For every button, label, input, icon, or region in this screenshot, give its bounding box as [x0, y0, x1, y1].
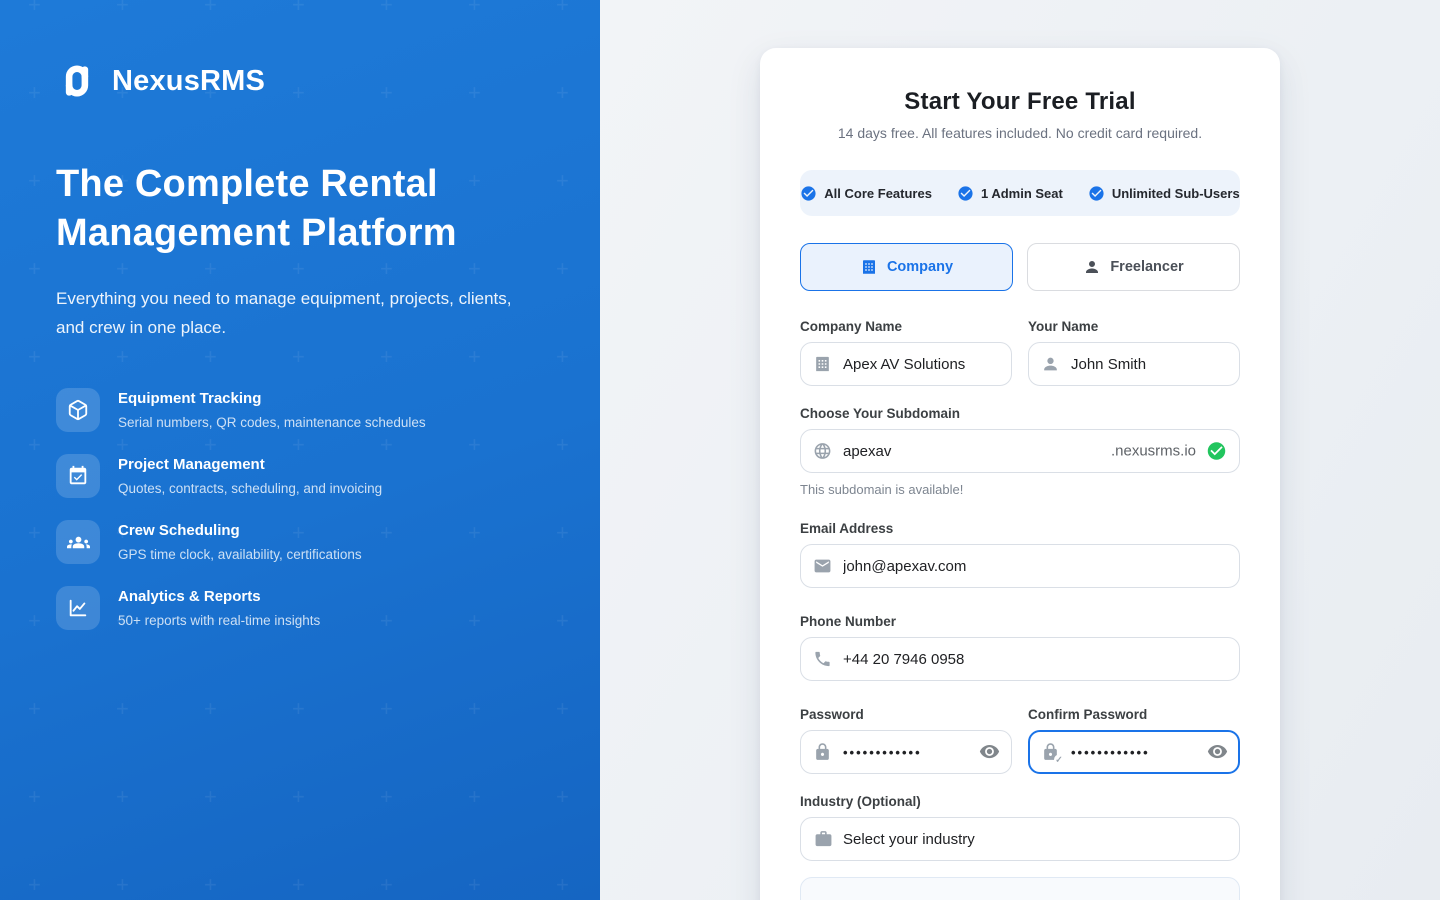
badge-label: Unlimited Sub-Users — [1112, 186, 1240, 201]
subdomain-helper-text: This subdomain is available! — [800, 482, 1240, 497]
nexusrms-logo-icon — [56, 60, 98, 102]
building-icon — [860, 258, 878, 276]
group-icon — [56, 520, 100, 564]
brand-name: NexusRMS — [112, 65, 265, 98]
badge-label: 1 Admin Seat — [981, 186, 1063, 201]
company-name-label: Company Name — [800, 319, 1012, 334]
phone-group: Phone Number — [800, 614, 1240, 681]
person-icon — [1083, 258, 1101, 276]
lock-check-icon: ✓ — [1041, 743, 1060, 762]
form-subtitle: 14 days free. All features included. No … — [800, 125, 1240, 141]
password-group: Password — [800, 707, 1012, 774]
email-group: Email Address — [800, 521, 1240, 588]
signup-card: Start Your Free Trial 14 days free. All … — [760, 48, 1280, 900]
industry-select[interactable]: Select your industry — [800, 817, 1240, 861]
phone-input[interactable] — [800, 637, 1240, 681]
industry-group: Industry (Optional) Select your industry — [800, 794, 1240, 861]
form-area: Start Your Free Trial 14 days free. All … — [600, 0, 1440, 900]
brand-panel: ++++++++++++++++++++++++++++++++++++++++… — [0, 0, 600, 900]
check-circle-icon — [800, 185, 817, 202]
subdomain-suffix: .nexusrms.io — [1111, 443, 1196, 460]
email-input[interactable] — [800, 544, 1240, 588]
globe-icon — [813, 442, 832, 461]
trial-features-strip: All Core Features 1 Admin Seat Unlimited… — [800, 170, 1240, 216]
phone-label: Phone Number — [800, 614, 1240, 629]
company-name-group: Company Name — [800, 319, 1012, 386]
feature-item-project-management: Project Management Quotes, contracts, sc… — [56, 454, 544, 498]
lock-check-mark: ✓ — [1054, 755, 1064, 765]
feature-description: Quotes, contracts, scheduling, and invoi… — [118, 479, 382, 498]
toggle-company[interactable]: Company — [800, 243, 1013, 291]
email-label: Email Address — [800, 521, 1240, 536]
brand-logo: NexusRMS — [56, 60, 544, 102]
hero-subheadline: Everything you need to manage equipment,… — [56, 284, 538, 342]
calendar-check-icon — [56, 454, 100, 498]
subdomain-available-check-icon — [1206, 441, 1227, 462]
package-icon — [56, 388, 100, 432]
eye-icon — [979, 741, 1000, 762]
feature-title: Equipment Tracking — [118, 389, 426, 409]
next-section-partial — [800, 877, 1240, 900]
feature-title: Crew Scheduling — [118, 521, 362, 541]
feature-title: Analytics & Reports — [118, 587, 320, 607]
subdomain-group: Choose Your Subdomain .nexusrms.io This … — [800, 406, 1240, 497]
confirm-password-group: Confirm Password ✓ — [1028, 707, 1240, 774]
eye-icon — [1207, 741, 1228, 762]
password-visibility-toggle[interactable] — [978, 741, 1000, 763]
feature-title: Project Management — [118, 455, 382, 475]
confirm-password-label: Confirm Password — [1028, 707, 1240, 722]
hero-headline: The Complete Rental Management Platform — [56, 160, 486, 258]
toggle-freelancer[interactable]: Freelancer — [1027, 243, 1240, 291]
badge-all-core-features: All Core Features — [800, 185, 932, 202]
badge-admin-seat: 1 Admin Seat — [957, 185, 1063, 202]
phone-icon — [813, 650, 832, 669]
password-label: Password — [800, 707, 1012, 722]
envelope-icon — [813, 557, 832, 576]
feature-description: 50+ reports with real-time insights — [118, 611, 320, 630]
toggle-freelancer-label: Freelancer — [1110, 259, 1183, 275]
person-icon — [1041, 355, 1060, 374]
briefcase-icon — [814, 830, 833, 849]
account-type-toggle: Company Freelancer — [800, 243, 1240, 291]
industry-select-value: Select your industry — [843, 831, 975, 848]
brand-panel-content: NexusRMS The Complete Rental Management … — [0, 0, 600, 630]
subdomain-label: Choose Your Subdomain — [800, 406, 1240, 421]
confirm-password-visibility-toggle[interactable] — [1206, 741, 1228, 763]
building-icon — [813, 355, 832, 374]
industry-label: Industry (Optional) — [800, 794, 1240, 809]
feature-description: GPS time clock, availability, certificat… — [118, 545, 362, 564]
check-circle-icon — [957, 185, 974, 202]
your-name-label: Your Name — [1028, 319, 1240, 334]
chart-line-icon — [56, 586, 100, 630]
lock-icon — [813, 743, 832, 762]
feature-list: Equipment Tracking Serial numbers, QR co… — [56, 388, 544, 630]
feature-item-crew-scheduling: Crew Scheduling GPS time clock, availabi… — [56, 520, 544, 564]
feature-item-analytics-reports: Analytics & Reports 50+ reports with rea… — [56, 586, 544, 630]
check-circle-icon — [1088, 185, 1105, 202]
signup-page: ++++++++++++++++++++++++++++++++++++++++… — [0, 0, 1440, 900]
your-name-group: Your Name — [1028, 319, 1240, 386]
badge-unlimited-sub-users: Unlimited Sub-Users — [1088, 185, 1240, 202]
feature-item-equipment-tracking: Equipment Tracking Serial numbers, QR co… — [56, 388, 544, 432]
feature-description: Serial numbers, QR codes, maintenance sc… — [118, 413, 426, 432]
badge-label: All Core Features — [824, 186, 932, 201]
toggle-company-label: Company — [887, 259, 953, 275]
form-title: Start Your Free Trial — [800, 88, 1240, 116]
